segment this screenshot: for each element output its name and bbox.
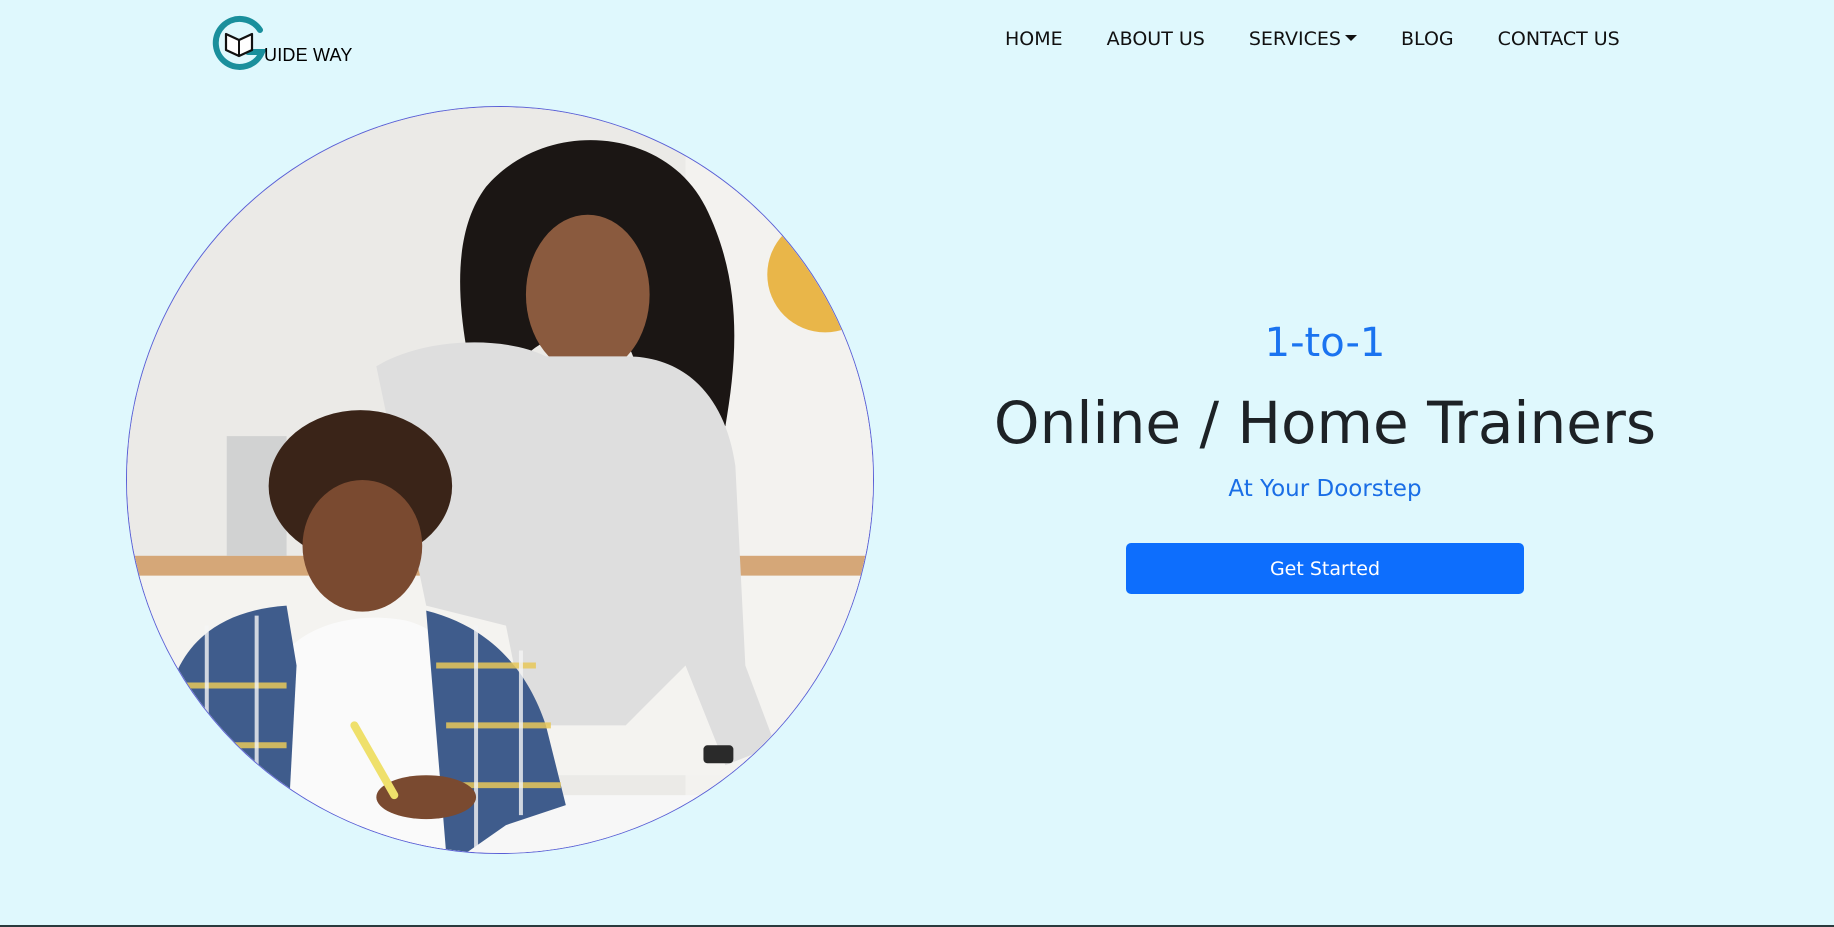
navbar: UIDE WAY HOME ABOUT US SERVICES BLOG CON…	[0, 0, 1834, 86]
brand-link[interactable]: UIDE WAY	[208, 12, 353, 72]
hero-image	[126, 106, 874, 854]
nav-menu: HOME ABOUT US SERVICES BLOG CONTACT US	[1005, 28, 1620, 50]
nav-item-blog[interactable]: BLOG	[1401, 28, 1454, 50]
guide-way-logo-icon	[212, 15, 267, 70]
get-started-button[interactable]: Get Started	[1126, 543, 1524, 594]
caret-down-icon	[1345, 35, 1357, 41]
nav-item-services-label: SERVICES	[1248, 28, 1341, 50]
nav-item-about-us[interactable]: ABOUT US	[1107, 28, 1205, 50]
nav-item-services[interactable]: SERVICES	[1249, 28, 1357, 50]
nav-item-contact-us[interactable]: CONTACT US	[1498, 28, 1620, 50]
hero-headline: Online / Home Trainers	[993, 389, 1657, 457]
page: UIDE WAY HOME ABOUT US SERVICES BLOG CON…	[0, 0, 1834, 927]
brand-name: UIDE WAY	[264, 45, 353, 65]
nav-item-home[interactable]: HOME	[1005, 28, 1063, 50]
hero-section: 1-to-1 Online / Home Trainers At Your Do…	[990, 315, 1660, 594]
hero-subheadline: At Your Doorstep	[1228, 476, 1422, 502]
hero-eyebrow: 1-to-1	[1264, 320, 1386, 366]
hero-photo-tutor-with-student	[127, 107, 873, 853]
